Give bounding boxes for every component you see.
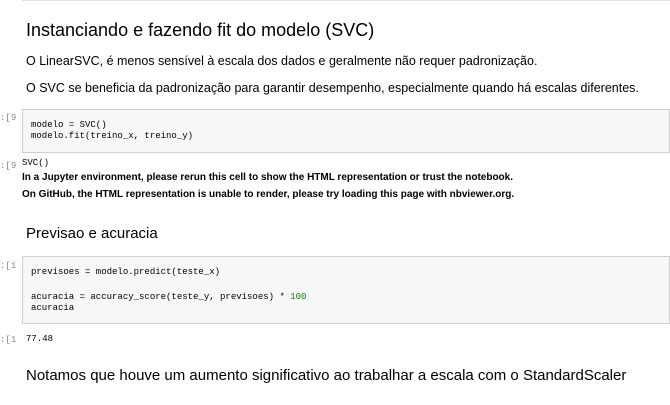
code-line: acuracia: [31, 303, 75, 313]
paragraph-svc: O SVC se beneficia da padronização para …: [26, 81, 639, 95]
output-html-notice-jupyter: In a Jupyter environment, please rerun t…: [22, 172, 514, 183]
input-prompt-cell2: 1]:: [0, 261, 17, 271]
output-prompt-cell1: 9]:: [0, 161, 17, 171]
code-text: acuracia = accuracy_score(teste_y, previ…: [31, 292, 291, 302]
code-cell-predict[interactable]: previsoes = modelo.predict(teste_x) acur…: [22, 256, 670, 324]
code-number: 100: [290, 292, 307, 302]
code-line: previsoes = modelo.predict(teste_x): [31, 267, 221, 277]
cell-top-border: [22, 0, 670, 1]
section-heading-svc: Instanciando e fazendo fit do modelo (SV…: [26, 20, 375, 40]
paragraph-linearsvc: O LinearSVC, é menos sensível à escala d…: [26, 54, 538, 68]
output-model-repr: SVC(): [22, 158, 50, 168]
code-line: modelo.fit(treino_x, treino_y): [31, 131, 194, 141]
code-line: acuracia = accuracy_score(teste_y, previ…: [31, 292, 306, 302]
input-prompt-cell1: 9]:: [0, 113, 17, 123]
code-line: modelo = SVC(): [31, 120, 107, 130]
output-accuracy-value: 77.48: [26, 334, 54, 344]
section-heading-conclusion: Notamos que houve um aumento significati…: [26, 367, 627, 384]
output-prompt-cell2: 1]:: [0, 335, 17, 345]
section-heading-previsao: Previsao e acuracia: [26, 225, 158, 242]
output-html-notice-github: On GitHub, the HTML representation is un…: [22, 189, 515, 200]
code-cell-svc-fit[interactable]: modelo = SVC() modelo.fit(treino_x, trei…: [22, 109, 670, 153]
